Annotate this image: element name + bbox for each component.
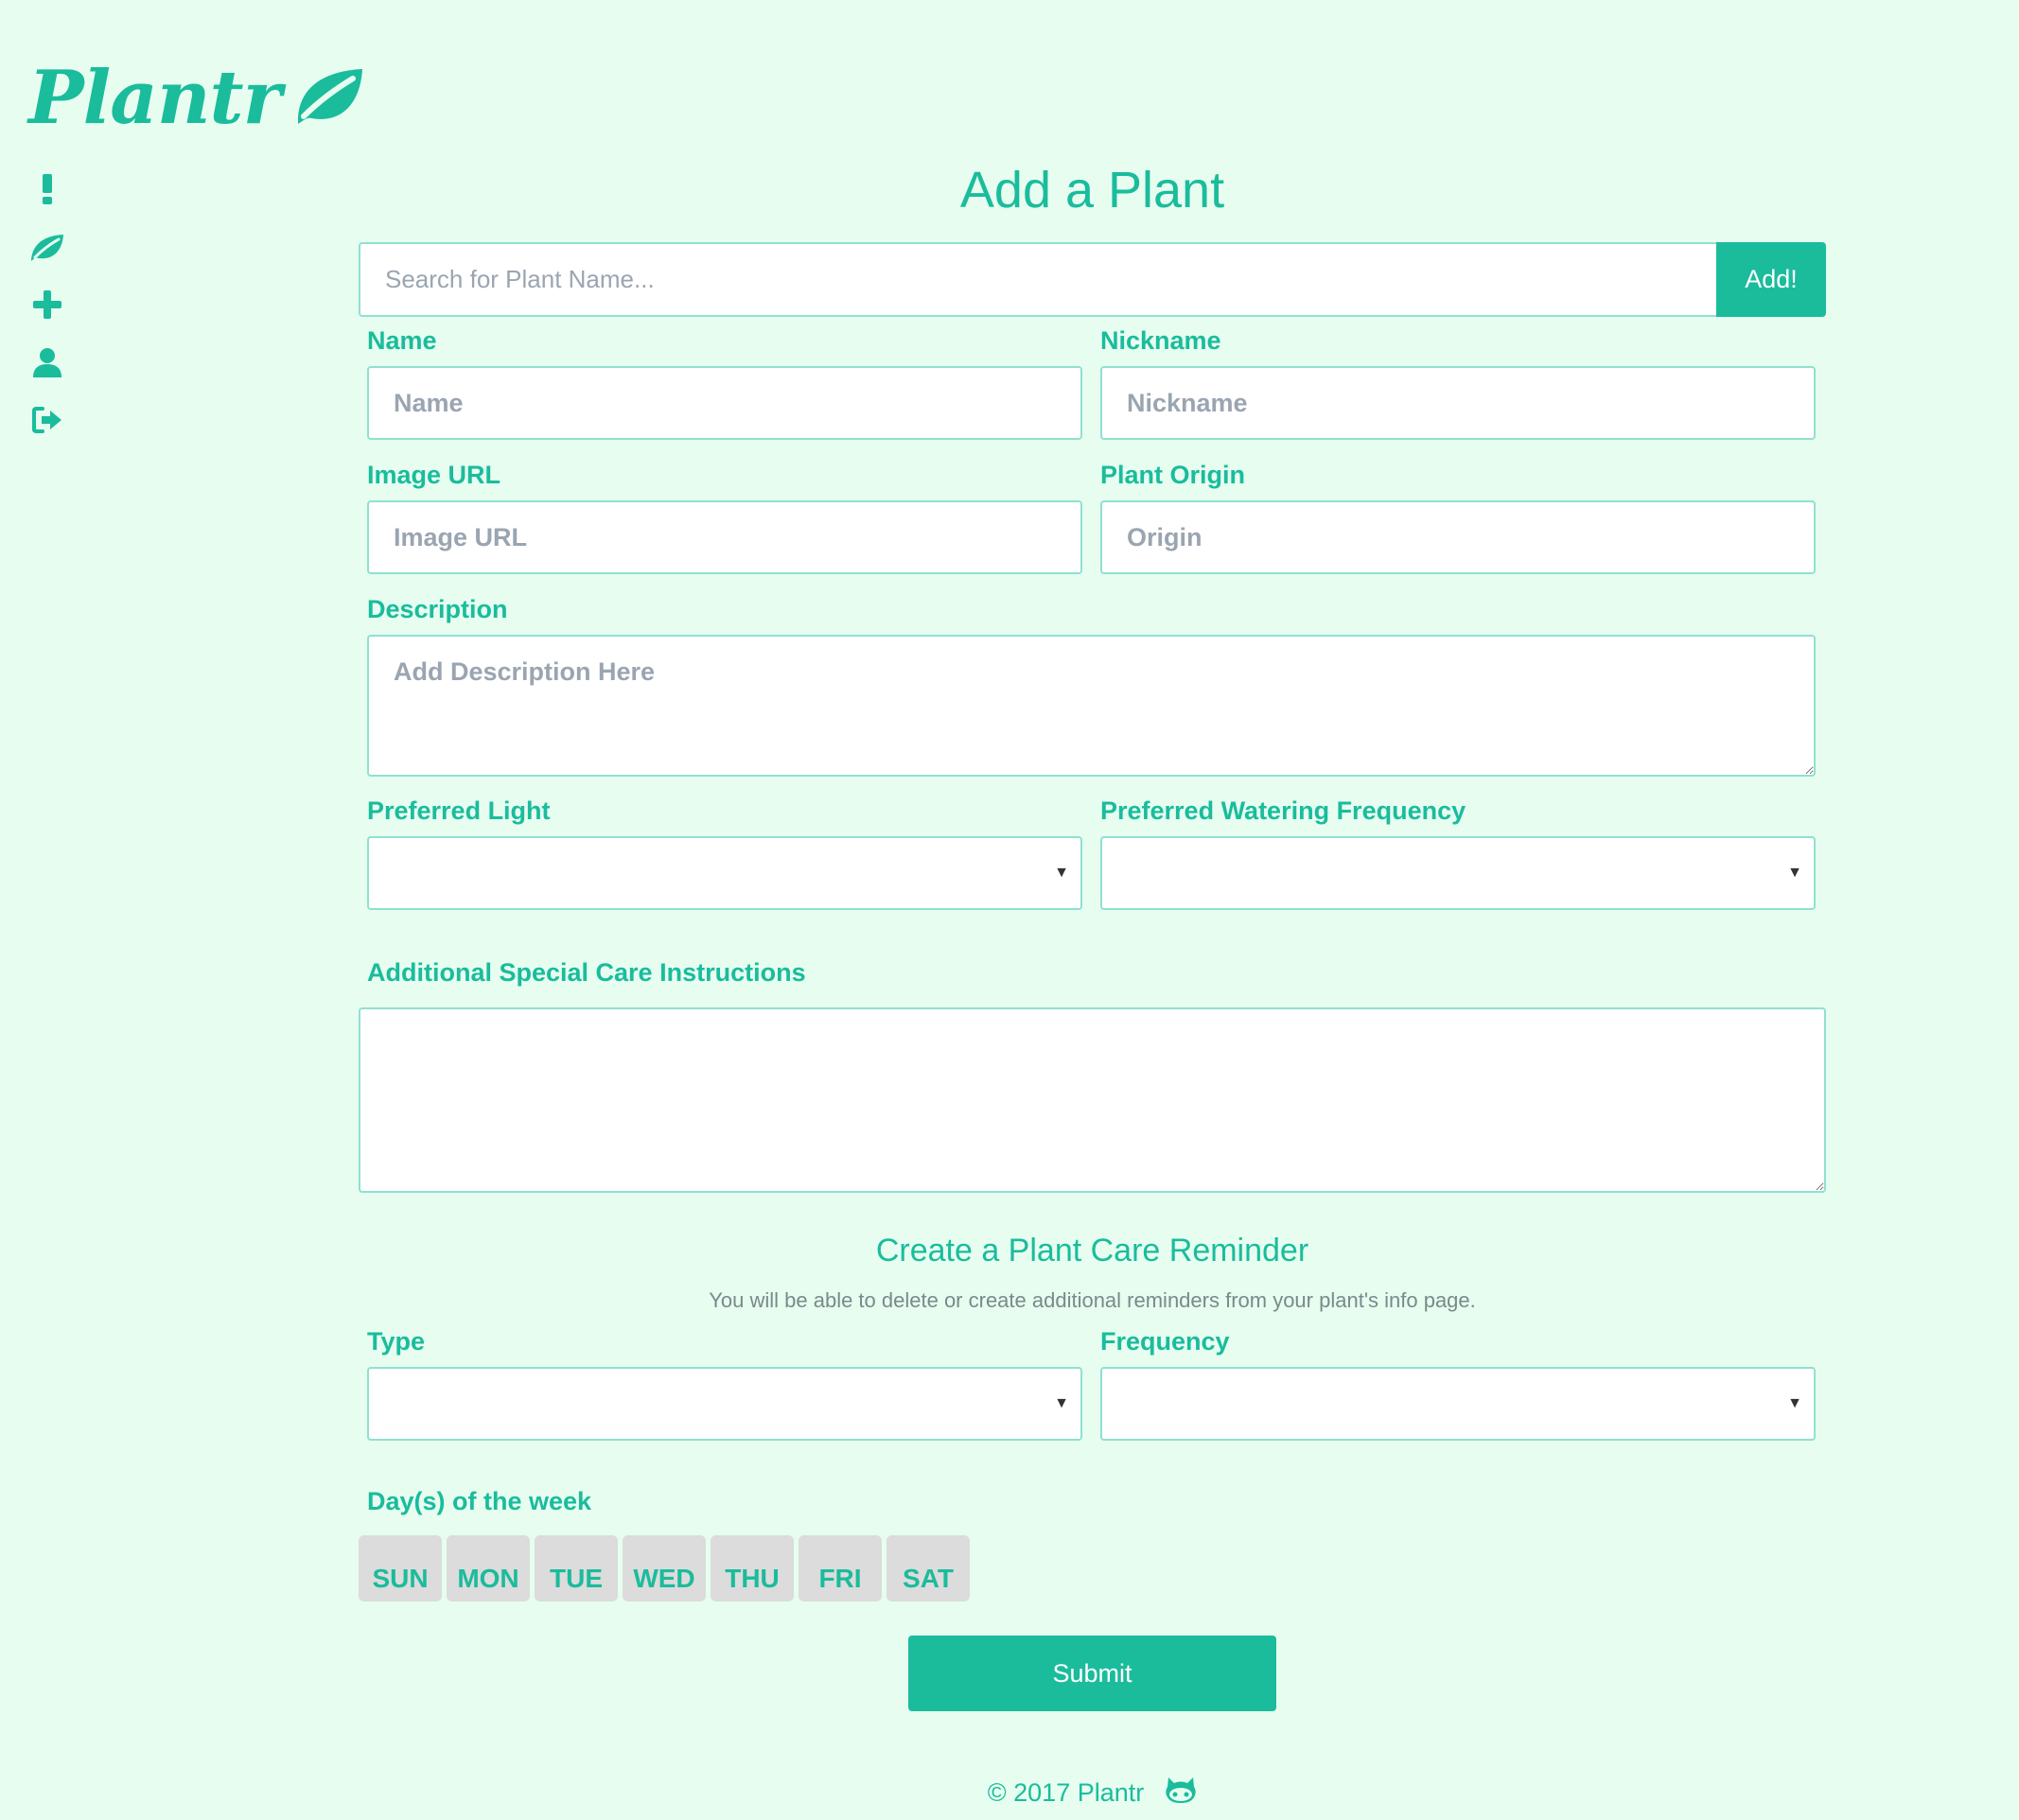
footer: © 2017 Plantr bbox=[359, 1776, 1826, 1811]
nickname-field-group: Nickname bbox=[1100, 326, 1816, 440]
sidebar-item-profile[interactable] bbox=[28, 343, 66, 381]
light-label: Preferred Light bbox=[367, 796, 551, 825]
light-field-group: Preferred Light ▼ bbox=[367, 796, 1082, 910]
origin-label: Plant Origin bbox=[1100, 461, 1246, 489]
watering-field-group: Preferred Watering Frequency ▼ bbox=[1100, 796, 1816, 910]
day-toggle-mon[interactable]: MON bbox=[447, 1535, 530, 1601]
origin-field-group: Plant Origin bbox=[1100, 461, 1816, 574]
origin-input[interactable] bbox=[1100, 500, 1816, 574]
sidebar-nav bbox=[28, 170, 85, 459]
sidebar-item-add-plant[interactable] bbox=[28, 286, 66, 324]
submit-button[interactable]: Submit bbox=[908, 1636, 1276, 1711]
watering-label: Preferred Watering Frequency bbox=[1100, 796, 1466, 825]
reminder-title: Create a Plant Care Reminder bbox=[875, 1233, 1309, 1269]
care-textarea[interactable] bbox=[359, 1007, 1826, 1193]
name-field-group: Name bbox=[367, 326, 1082, 440]
care-label: Additional Special Care Instructions bbox=[367, 958, 806, 987]
image-url-input[interactable] bbox=[367, 500, 1082, 574]
description-field-group: Description bbox=[367, 595, 1816, 777]
description-label: Description bbox=[367, 595, 508, 623]
days-of-week-picker: SUN MON TUE WED THU FRI SAT bbox=[359, 1535, 970, 1601]
day-toggle-sat[interactable]: SAT bbox=[887, 1535, 970, 1601]
name-label: Name bbox=[367, 326, 437, 355]
caret-down-icon: ▼ bbox=[1054, 865, 1069, 881]
caret-down-icon: ▼ bbox=[1054, 1395, 1069, 1411]
light-select[interactable]: ▼ bbox=[367, 836, 1082, 910]
sidebar-item-alerts[interactable] bbox=[28, 170, 66, 208]
plus-icon bbox=[33, 290, 61, 319]
name-input[interactable] bbox=[367, 366, 1082, 440]
image-url-label: Image URL bbox=[367, 461, 501, 489]
day-toggle-fri[interactable]: FRI bbox=[799, 1535, 882, 1601]
type-field-group: Type ▼ bbox=[367, 1327, 1082, 1441]
exclamation-icon bbox=[41, 174, 54, 204]
github-icon[interactable] bbox=[1165, 1776, 1197, 1811]
description-textarea[interactable] bbox=[367, 635, 1816, 777]
day-toggle-thu[interactable]: THU bbox=[711, 1535, 794, 1601]
nickname-input[interactable] bbox=[1100, 366, 1816, 440]
caret-down-icon: ▼ bbox=[1787, 865, 1802, 881]
sign-out-icon bbox=[31, 406, 63, 434]
type-select[interactable]: ▼ bbox=[367, 1367, 1082, 1441]
user-icon bbox=[33, 347, 61, 377]
days-of-week-label: Day(s) of the week bbox=[367, 1487, 592, 1515]
frequency-field-group: Frequency ▼ bbox=[1100, 1327, 1816, 1441]
frequency-label: Frequency bbox=[1100, 1327, 1230, 1356]
care-label-group: Additional Special Care Instructions bbox=[367, 958, 1816, 998]
brand-name: Plantr bbox=[28, 55, 282, 141]
image-url-field-group: Image URL bbox=[367, 461, 1082, 574]
leaf-icon bbox=[290, 65, 366, 131]
copyright-text: © 2017 Plantr bbox=[987, 1778, 1145, 1807]
reminder-note: You will be able to delete or create add… bbox=[709, 1288, 1476, 1312]
sidebar-item-logout[interactable] bbox=[28, 401, 66, 439]
leaf-icon bbox=[29, 233, 65, 261]
plant-search-input[interactable] bbox=[359, 242, 1716, 317]
day-toggle-tue[interactable]: TUE bbox=[535, 1535, 618, 1601]
caret-down-icon: ▼ bbox=[1787, 1395, 1802, 1411]
brand-logo[interactable]: Plantr bbox=[28, 55, 366, 141]
plant-search-bar: Add! bbox=[359, 242, 1826, 317]
type-label: Type bbox=[367, 1327, 426, 1356]
frequency-select[interactable]: ▼ bbox=[1100, 1367, 1816, 1441]
day-toggle-wed[interactable]: WED bbox=[623, 1535, 706, 1601]
watering-select[interactable]: ▼ bbox=[1100, 836, 1816, 910]
add-search-button[interactable]: Add! bbox=[1716, 242, 1826, 317]
day-toggle-sun[interactable]: SUN bbox=[359, 1535, 442, 1601]
page-title: Add a Plant bbox=[959, 162, 1225, 219]
sidebar-item-plants[interactable] bbox=[28, 228, 66, 266]
nickname-label: Nickname bbox=[1100, 326, 1221, 355]
